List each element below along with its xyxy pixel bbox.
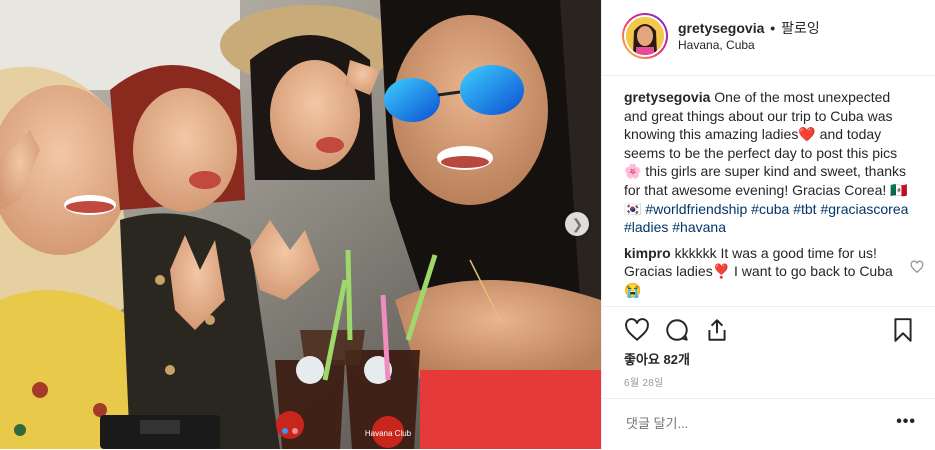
cherry-blossom-emoji: 🌸: [624, 163, 642, 180]
share-icon[interactable]: [704, 317, 730, 343]
hashtag-link[interactable]: #cuba: [751, 201, 789, 217]
cup-logo-text: Havana Club: [365, 429, 412, 438]
post-side-panel: gretysegovia • 팔로잉 Havana, Cuba gretyseg…: [601, 0, 935, 449]
post-header: gretysegovia • 팔로잉 Havana, Cuba: [602, 0, 935, 76]
avatar[interactable]: [624, 15, 666, 57]
hashtag-link[interactable]: #worldfriendship: [645, 201, 747, 217]
avatar-image: [626, 17, 664, 55]
carousel-dot: [282, 428, 288, 434]
caption: gretysegovia One of the most unexpected …: [624, 88, 914, 237]
post-date[interactable]: 6월 28일: [624, 374, 664, 389]
more-options-icon[interactable]: •••: [896, 413, 916, 431]
hashtag-link[interactable]: #havana: [672, 219, 726, 235]
post-photo-image: Havana Club: [0, 0, 601, 449]
carousel-dots: [282, 428, 298, 434]
comment-like-heart-icon[interactable]: [910, 260, 924, 274]
add-comment-bar: •••: [602, 398, 935, 450]
crying-face-emoji: 😭: [624, 281, 642, 298]
hashtag-link[interactable]: #graciascorea: [820, 201, 908, 217]
comment-bubble-icon[interactable]: [664, 317, 690, 343]
header-user-line: gretysegovia • 팔로잉: [678, 18, 820, 38]
post-photo[interactable]: Havana Club ❯: [0, 0, 601, 449]
bookmark-icon[interactable]: [890, 317, 916, 343]
header-username[interactable]: gretysegovia: [678, 20, 764, 36]
red-heart-emoji: ❤️: [798, 126, 816, 143]
caption-username[interactable]: gretysegovia: [624, 89, 710, 105]
carousel-dot: [292, 428, 298, 434]
comments-list: gretysegovia One of the most unexpected …: [624, 88, 924, 300]
chevron-right-icon: ❯: [571, 216, 584, 232]
next-slide-button[interactable]: ❯: [565, 212, 589, 236]
avatar-story-ring[interactable]: [622, 13, 668, 59]
following-button[interactable]: 팔로잉: [781, 20, 820, 36]
hashtag-link[interactable]: #ladies: [624, 219, 668, 235]
comment-item: kimpro kkkkkk It was a good time for us!…: [624, 244, 924, 300]
heart-exclamation-emoji: ❣️: [712, 263, 731, 280]
caption-text: this girls are super kind and sweet, tha…: [624, 163, 907, 198]
location-link[interactable]: Havana, Cuba: [678, 38, 755, 52]
like-heart-icon[interactable]: [624, 317, 650, 343]
comment-username[interactable]: kimpro: [624, 245, 671, 261]
header-separator: •: [770, 20, 776, 36]
likes-count[interactable]: 좋아요 82개: [624, 349, 690, 368]
comment-text: I want to go back to Cuba: [730, 263, 893, 280]
hashtag-link[interactable]: #tbt: [793, 201, 816, 217]
add-comment-input[interactable]: [624, 415, 868, 432]
